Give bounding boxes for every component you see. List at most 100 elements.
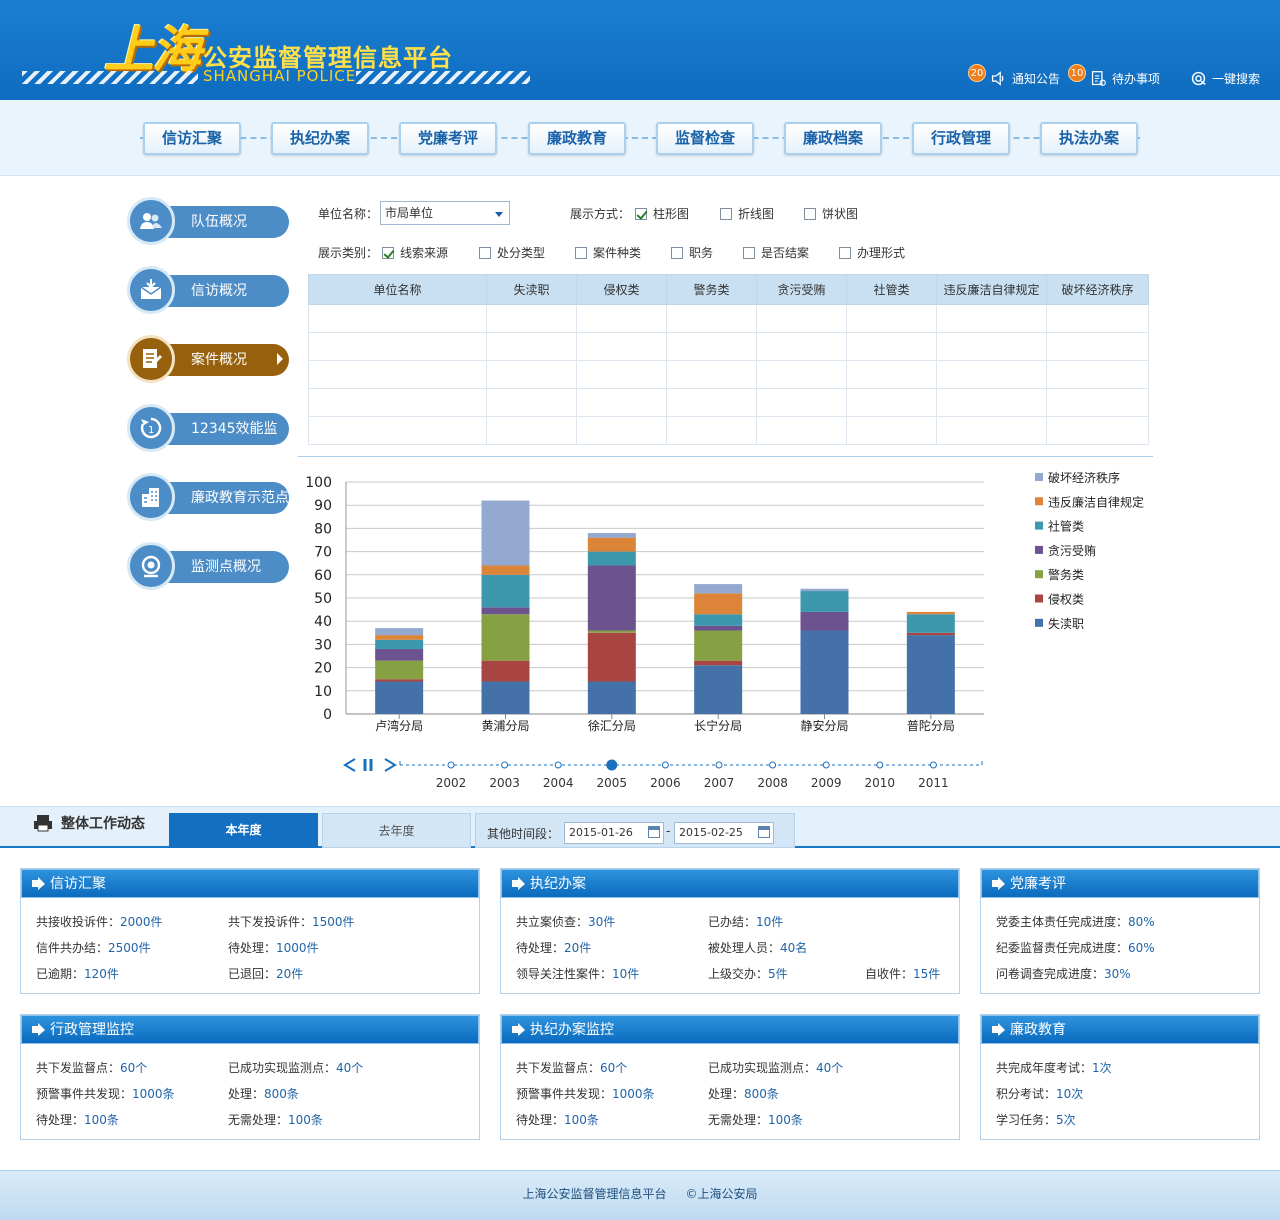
nav-lianzheng-edu[interactable]: 廉政教育 <box>528 122 626 155</box>
quick-search-button[interactable]: 一键搜索 <box>1190 70 1260 87</box>
notice-button[interactable]: 20 通知公告 <box>967 64 1060 87</box>
col-unit[interactable]: 单位名称 <box>308 274 487 305</box>
stat-item: 上级交办：5件 <box>708 967 788 981</box>
tab-this-year[interactable]: 本年度 <box>169 813 318 848</box>
bar-segment <box>694 665 743 714</box>
legend-label: 社管类 <box>1048 519 1084 534</box>
timeline-node[interactable] <box>447 761 455 769</box>
bar-segment <box>587 681 636 714</box>
pause-icon[interactable] <box>363 759 373 771</box>
legend-label: 失渎职 <box>1048 616 1084 631</box>
cat-handling-checkbox[interactable]: 办理形式 <box>839 244 905 261</box>
col-dereliction[interactable]: 失渎职 <box>486 274 577 305</box>
timeline-node[interactable] <box>606 759 618 771</box>
prev-icon[interactable] <box>343 758 356 772</box>
panel-title[interactable]: 行政管理监控 <box>21 1015 479 1044</box>
col-infringement[interactable]: 侵权类 <box>576 274 667 305</box>
next-icon[interactable] <box>384 758 397 772</box>
bar-segment <box>587 533 636 538</box>
x-tick-label: 黄浦分局 <box>481 719 529 733</box>
todo-icon <box>1091 71 1106 86</box>
timeline-node[interactable] <box>715 761 723 769</box>
panel-title[interactable]: 执纪办案监控 <box>501 1015 959 1044</box>
stacked-bar-chart: 0 10 20 30 40 50 60 70 80 90 100 卢湾分局 黄浦分局 徐汇分局 长宁分局 静安… <box>305 470 1144 790</box>
timeline-node[interactable] <box>769 761 777 769</box>
unit-select[interactable]: 市局单位 <box>380 201 510 225</box>
mode-bar-checkbox[interactable]: 柱形图 <box>635 205 689 222</box>
mode-line-checkbox[interactable]: 折线图 <box>720 205 774 222</box>
sidebar-item-xinfang[interactable]: 信访概况 <box>127 266 289 314</box>
bar-segment <box>906 635 955 714</box>
bar-segment <box>800 611 849 631</box>
panel-title[interactable]: 廉政教育 <box>981 1015 1259 1044</box>
timeline-node[interactable] <box>661 761 669 769</box>
sidebar-item-demo-site[interactable]: 廉政教育示范点 <box>127 473 289 521</box>
timeline-node[interactable] <box>822 761 830 769</box>
timeline-node[interactable] <box>929 761 937 769</box>
panel-zhiji: 执纪办案 共立案侦查：30件 已办结：10件 待处理：20件 被处理人员：40名… <box>500 868 960 994</box>
cat-position-checkbox[interactable]: 职务 <box>671 244 713 261</box>
col-social-mgmt[interactable]: 社管类 <box>846 274 937 305</box>
date-to-field[interactable]: 2015-02-25 <box>674 822 774 844</box>
cat-casetype-checkbox[interactable]: 案件种类 <box>575 244 641 261</box>
timeline-year-label: 2005 <box>597 776 628 790</box>
nav-jiandu[interactable]: 监督检查 <box>656 122 754 155</box>
divider <box>298 456 1153 457</box>
nav-zhifa[interactable]: 执法办案 <box>1040 122 1138 155</box>
nav-dangan[interactable]: 廉政档案 <box>784 122 882 155</box>
col-bribery[interactable]: 贪污受贿 <box>756 274 847 305</box>
printer-icon <box>34 815 52 832</box>
y-tick-label: 0 <box>323 707 332 723</box>
cat-punish-checkbox[interactable]: 处分类型 <box>479 244 545 261</box>
calendar-icon[interactable] <box>648 826 660 838</box>
col-integrity-violation[interactable]: 违反廉洁自律规定 <box>936 274 1047 305</box>
timeline-node[interactable] <box>554 761 562 769</box>
svg-text:1: 1 <box>148 425 154 436</box>
sidebar-item-monitor[interactable]: 监测点概况 <box>127 542 289 590</box>
x-tick-label: 长宁分局 <box>694 718 742 733</box>
table-row <box>308 416 1149 445</box>
footer: 上海公安监督管理信息平台 ©上海公安局 <box>0 1170 1280 1220</box>
bar-segment <box>906 611 955 615</box>
x-tick-label: 卢湾分局 <box>375 718 423 733</box>
nav-xingzheng[interactable]: 行政管理 <box>912 122 1010 155</box>
period-label: 其他时间段： <box>487 827 560 841</box>
panel-title[interactable]: 党廉考评 <box>981 869 1259 898</box>
panel-case-monitor: 执纪办案监控 共下发监督点：60个 已成功实现监测点：40个 预警事件共发现：1… <box>500 1014 960 1140</box>
checkbox-label: 折线图 <box>738 207 775 221</box>
y-tick-label: 70 <box>314 545 332 561</box>
legend-label: 贪污受贿 <box>1048 543 1096 558</box>
stat-item: 无需处理：100条 <box>708 1113 803 1127</box>
sidebar-item-case[interactable]: 案件概况 <box>127 335 289 383</box>
timeline-year-label: 2008 <box>757 776 788 790</box>
legend-swatch <box>1035 473 1043 481</box>
timeline-node[interactable] <box>876 761 884 769</box>
panel-title[interactable]: 执纪办案 <box>501 869 959 898</box>
nav-zhiji[interactable]: 执纪办案 <box>271 122 369 155</box>
todo-button[interactable]: 10 待办事项 <box>1067 64 1160 87</box>
panel-title[interactable]: 信访汇聚 <box>21 869 479 898</box>
table-row <box>308 304 1149 333</box>
cat-closed-checkbox[interactable]: 是否结案 <box>743 244 809 261</box>
mail-icon <box>127 266 175 314</box>
sidebar-item-12345[interactable]: 12345效能监督 1 <box>127 404 289 469</box>
timeline-year-label: 2004 <box>543 776 574 790</box>
stat-item: 待处理：100条 <box>36 1113 119 1127</box>
checkbox-box <box>635 207 647 220</box>
nav-xinfang[interactable]: 信访汇聚 <box>143 122 241 155</box>
y-tick-label: 60 <box>314 568 332 584</box>
col-police-affairs[interactable]: 警务类 <box>666 274 757 305</box>
col-economic-order[interactable]: 破坏经济秩序 <box>1046 274 1149 305</box>
bar-segment <box>694 593 743 615</box>
app-subtitle: SHANGHAI POLICE <box>203 67 357 85</box>
tab-last-year[interactable]: 去年度 <box>322 813 471 848</box>
nav-danglian[interactable]: 党廉考评 <box>399 122 497 155</box>
cat-source-checkbox[interactable]: 线索来源 <box>382 244 448 261</box>
date-separator: - <box>666 824 671 838</box>
date-from-field[interactable]: 2015-01-26 <box>564 822 664 844</box>
sidebar-item-team[interactable]: 队伍概况 <box>127 197 289 245</box>
timeline-node[interactable] <box>501 761 509 769</box>
mode-pie-checkbox[interactable]: 饼状图 <box>804 205 858 222</box>
bar-segment <box>694 614 743 626</box>
calendar-icon[interactable] <box>758 826 770 838</box>
